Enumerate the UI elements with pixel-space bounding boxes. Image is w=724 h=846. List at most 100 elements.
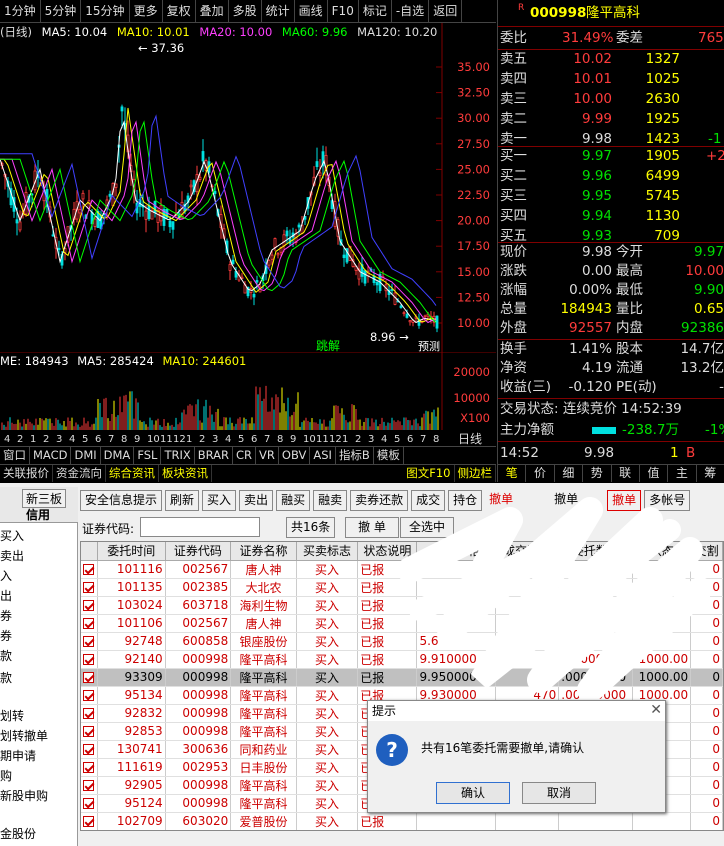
info-tab[interactable]: 关联报价 — [0, 465, 53, 482]
toolbar-item[interactable]: -自选 — [392, 0, 430, 23]
toolbar-item[interactable]: 15分钟 — [81, 0, 130, 23]
side-tab[interactable]: 势 — [583, 465, 612, 482]
checkbox-icon[interactable] — [83, 690, 95, 701]
indicator-tab[interactable]: MACD — [30, 447, 72, 464]
trade-button[interactable]: 买入 — [202, 489, 237, 511]
side-tab[interactable]: 值 — [640, 465, 669, 482]
indicator-tab[interactable]: OBV — [279, 447, 311, 464]
trade-button[interactable]: 融买 — [276, 489, 311, 511]
ask-price[interactable]: 10.02 — [560, 50, 612, 69]
sidebar-item[interactable]: 券 — [0, 627, 12, 644]
sidebar-item[interactable]: 期申请 — [0, 747, 36, 764]
sidebar-item[interactable]: 出 — [0, 587, 12, 604]
row-checkbox[interactable] — [81, 650, 98, 669]
toolbar-item[interactable]: 返回 — [429, 0, 463, 23]
info-tab[interactable]: 资金流向 — [53, 465, 106, 482]
column-header[interactable]: 证券代码 — [165, 542, 232, 561]
sidebar-item[interactable]: 卖出 — [0, 547, 24, 564]
side-tab[interactable]: 主 — [668, 465, 697, 482]
bid-price[interactable]: 9.96 — [560, 167, 612, 186]
side-tab[interactable]: 笔 — [498, 465, 527, 482]
indicator-tab[interactable]: FSL — [134, 447, 162, 464]
row-checkbox[interactable] — [81, 668, 98, 687]
kline-chart[interactable]: 35.00 32.50 30.00 27.50 25.00 22.50 20.00 17.50… — [0, 23, 496, 353]
period-tab[interactable]: 日线 — [458, 432, 482, 446]
tab-credit[interactable]: 信用 — [26, 506, 50, 523]
row-checkbox[interactable] — [81, 704, 98, 723]
bid-price[interactable]: 9.94 — [560, 207, 612, 226]
row-checkbox[interactable] — [81, 578, 98, 597]
sidebar-item[interactable]: 入 — [0, 567, 12, 584]
indicator-tab[interactable]: DMA — [101, 447, 135, 464]
trade-button[interactable]: 卖出 — [239, 489, 274, 511]
ask-price[interactable]: 10.01 — [560, 70, 612, 89]
sidebar-item[interactable]: 划转 — [0, 707, 24, 724]
ask-price[interactable]: 10.00 — [560, 90, 612, 109]
sidebar-item[interactable]: 购 — [0, 767, 12, 784]
confirm-button[interactable]: 确认 — [436, 782, 510, 804]
sidebar-item[interactable]: 款 — [0, 669, 12, 686]
trade-button[interactable]: 融卖 — [313, 489, 348, 511]
table-row[interactable]: 102709 603020 爱普股份 买入 已报 0 — [81, 812, 723, 830]
checkbox-icon[interactable] — [83, 582, 95, 593]
checkbox-icon[interactable] — [83, 654, 95, 665]
indicator-tab[interactable]: CR — [233, 447, 257, 464]
indicator-tab[interactable]: 窗口 — [0, 447, 30, 464]
ask-price[interactable]: 9.99 — [560, 110, 612, 129]
indicator-tab[interactable]: DMI — [71, 447, 101, 464]
sidebar-item[interactable]: 券 — [0, 607, 12, 624]
indicator-tab[interactable]: BRAR — [195, 447, 234, 464]
toolbar-item[interactable]: 复权 — [163, 0, 196, 23]
toolbar-item[interactable]: 多股 — [229, 0, 262, 23]
row-checkbox[interactable] — [81, 794, 98, 813]
checkbox-icon[interactable] — [83, 672, 95, 683]
column-header[interactable] — [81, 542, 98, 561]
toolbar-item[interactable]: 1分钟 — [0, 0, 41, 23]
column-header[interactable]: 委托时间 — [97, 542, 166, 561]
column-header[interactable]: 证券名称 — [230, 542, 297, 561]
side-tab[interactable]: 细 — [555, 465, 584, 482]
cancel-button[interactable]: 取消 — [522, 782, 596, 804]
trade-button[interactable]: 刷新 — [165, 489, 200, 511]
toolbar-item[interactable]: 画线 — [295, 0, 328, 23]
row-checkbox[interactable] — [81, 812, 98, 830]
checkbox-icon[interactable] — [83, 798, 95, 809]
checkbox-icon[interactable] — [83, 636, 95, 647]
row-checkbox[interactable] — [81, 758, 98, 777]
toolbar-item[interactable]: 更多 — [130, 0, 163, 23]
toolbar-item[interactable]: 标记 — [359, 0, 392, 23]
checkbox-icon[interactable] — [83, 708, 95, 719]
code-input[interactable] — [140, 517, 260, 537]
indicator-tab[interactable]: 模板 — [374, 447, 404, 464]
sidebar-item[interactable]: 划转撤单 — [0, 727, 48, 744]
checkbox-icon[interactable] — [83, 744, 95, 755]
bid-price[interactable]: 9.95 — [560, 187, 612, 206]
checkbox-icon[interactable] — [83, 564, 95, 575]
sidebar-item[interactable]: 款 — [0, 647, 12, 664]
checkbox-icon[interactable] — [83, 762, 95, 773]
close-icon[interactable]: ✕ — [650, 702, 662, 718]
column-header[interactable]: 买卖标志 — [296, 542, 359, 561]
row-checkbox[interactable] — [81, 722, 98, 741]
checkbox-icon[interactable] — [83, 618, 95, 629]
side-tab[interactable]: 价 — [526, 465, 555, 482]
toolbar-item[interactable]: 统计 — [262, 0, 295, 23]
side-tab[interactable]: 联 — [612, 465, 640, 482]
side-tab[interactable]: 筹 — [697, 465, 724, 482]
row-checkbox[interactable] — [81, 614, 98, 633]
trade-button[interactable]: 安全信息提示 — [80, 489, 163, 511]
checkbox-icon[interactable] — [83, 780, 95, 791]
toolbar-item[interactable]: 5分钟 — [41, 0, 82, 23]
toolbar-item[interactable]: 叠加 — [196, 0, 229, 23]
bid-price[interactable]: 9.97 — [560, 147, 612, 166]
checkbox-icon[interactable] — [83, 600, 95, 611]
info-tab[interactable]: 综合资讯 — [106, 465, 159, 482]
row-checkbox[interactable] — [81, 632, 98, 651]
row-checkbox[interactable] — [81, 686, 98, 705]
indicator-tab[interactable]: ASI — [310, 447, 336, 464]
row-checkbox[interactable] — [81, 560, 98, 579]
info-tab-right[interactable]: 图文F10 — [403, 465, 455, 482]
row-checkbox[interactable] — [81, 776, 98, 795]
info-tab[interactable]: 板块资讯 — [159, 465, 212, 482]
indicator-tab[interactable]: VR — [256, 447, 279, 464]
